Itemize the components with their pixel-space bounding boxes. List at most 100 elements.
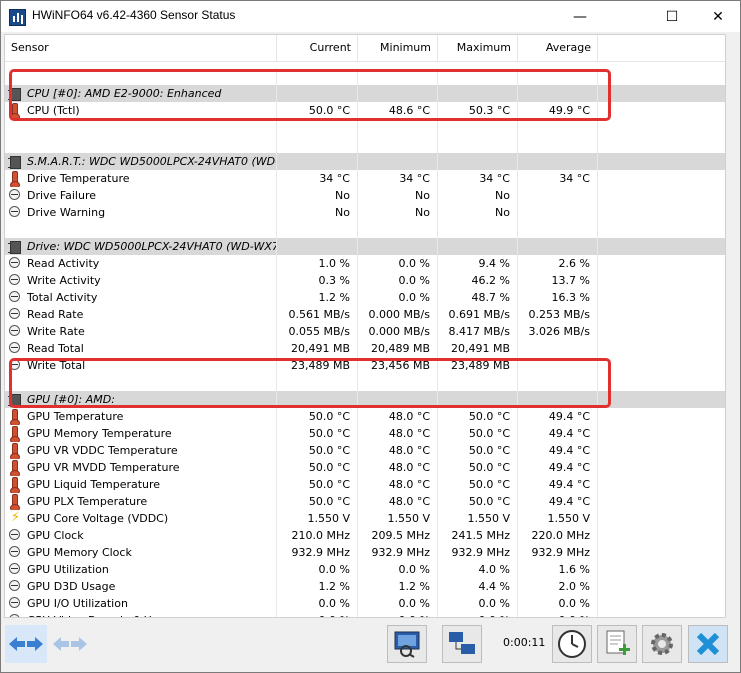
sensor-row[interactable]: Drive Warning No No No	[5, 204, 725, 221]
bottom-toolbar: 0:00:11	[1, 618, 740, 672]
column-average[interactable]: Average	[518, 35, 598, 61]
sensor-name-cell: GPU VR VDDC Temperature	[5, 442, 277, 459]
filler-cell	[598, 102, 725, 119]
column-maximum[interactable]: Maximum	[438, 35, 518, 61]
filler-cell	[598, 595, 725, 612]
sensor-name: Write Rate	[27, 325, 85, 338]
scroll-down-arrow-icon[interactable]: ▼	[725, 600, 726, 617]
sensor-name: Total Activity	[27, 291, 98, 304]
network-button[interactable]	[442, 625, 482, 663]
sensor-row[interactable]: Total Activity 1.2 % 0.0 % 48.7 % 16.3 %	[5, 289, 725, 306]
sensor-row[interactable]: Drive Temperature 34 °C 34 °C 34 °C 34 °C	[5, 170, 725, 187]
sensor-row[interactable]: GPU Temperature 50.0 °C 48.0 °C 50.0 °C 49.4…	[5, 408, 725, 425]
average-value: 49.4 °C	[518, 442, 598, 459]
window-title: HWiNFO64 v6.42-4360 Sensor Status	[32, 8, 236, 22]
current-value: 20,491 MB	[277, 340, 358, 357]
dial-icon	[9, 274, 20, 285]
network-computers-icon	[449, 632, 475, 654]
monitor-button[interactable]	[387, 625, 427, 663]
sensor-name-cell: Total Activity	[5, 289, 277, 306]
clock-button[interactable]	[552, 625, 592, 663]
settings-button[interactable]	[642, 625, 682, 663]
minimize-button[interactable]: —	[557, 1, 603, 32]
sensor-name: GPU D3D Usage	[27, 580, 116, 593]
sensor-name-cell: Write Activity	[5, 272, 277, 289]
filler-cell	[598, 391, 725, 408]
title-bar[interactable]: HWiNFO64 v6.42-4360 Sensor Status — ☐ ✕	[1, 1, 740, 32]
sensor-name: Drive Temperature	[27, 172, 130, 185]
sensor-name-cell: GPU Temperature	[5, 408, 277, 425]
current-value: 1.2 %	[277, 578, 358, 595]
maximum-value	[438, 153, 518, 170]
average-value: 3.026 MB/s	[518, 323, 598, 340]
sensor-name-cell: Drive Temperature	[5, 170, 277, 187]
sensor-name: Read Rate	[27, 308, 84, 321]
sensor-name: GPU VR MVDD Temperature	[27, 461, 180, 474]
minimum-value: 0.000 MB/s	[358, 306, 438, 323]
current-value	[277, 136, 358, 153]
nav-left-right-button[interactable]	[5, 625, 47, 663]
sensor-name-cell: Drive Warning	[5, 204, 277, 221]
sensor-row[interactable]: Write Activity 0.3 % 0.0 % 46.2 % 13.7 %	[5, 272, 725, 289]
sensor-name-cell: ⚡ GPU Core Voltage (VDDC)	[5, 510, 277, 527]
sensor-name: GPU PLX Temperature	[27, 495, 148, 508]
sensor-row[interactable]: Write Rate 0.055 MB/s 0.000 MB/s 8.417 MB/s…	[5, 323, 725, 340]
sensor-name: Read Activity	[27, 257, 100, 270]
sensor-row[interactable]: GPU D3D Usage 1.2 % 1.2 % 4.4 % 2.0 %	[5, 578, 725, 595]
sensor-row[interactable]: Read Rate 0.561 MB/s 0.000 MB/s 0.691 MB/s 0…	[5, 306, 725, 323]
sensor-group-row[interactable]: Drive: WDC WD5000LPCX-24VHAT0 (WD-WX71A.…	[5, 238, 725, 255]
sensor-row[interactable]: GPU VR MVDD Temperature 50.0 °C 48.0 °C 50.…	[5, 459, 725, 476]
empty-cell	[5, 221, 277, 238]
maximum-value: 50.0 °C	[438, 493, 518, 510]
sensor-row[interactable]: GPU I/O Utilization 0.0 % 0.0 % 0.0 % 0.0 %	[5, 595, 725, 612]
sensor-name-cell: Drive: WDC WD5000LPCX-24VHAT0 (WD-WX71A.…	[5, 238, 277, 255]
sensor-row[interactable]: GPU VR VDDC Temperature 50.0 °C 48.0 °C 50.…	[5, 442, 725, 459]
sensor-row[interactable]: GPU Clock 210.0 MHz 209.5 MHz 241.5 MHz 220.…	[5, 527, 725, 544]
sensor-row[interactable]: GPU Utilization 0.0 % 0.0 % 4.0 % 1.6 %	[5, 561, 725, 578]
minimum-value: 48.0 °C	[358, 476, 438, 493]
maximum-value: 20,491 MB	[438, 340, 518, 357]
minimum-value	[358, 153, 438, 170]
sensor-row[interactable]: ⚡ GPU Core Voltage (VDDC) 1.550 V 1.550 V 1.…	[5, 510, 725, 527]
minimum-value: 48.0 °C	[358, 493, 438, 510]
maximum-value: 8.417 MB/s	[438, 323, 518, 340]
sensor-name: Drive Warning	[27, 206, 106, 219]
column-sensor[interactable]: Sensor	[5, 35, 277, 61]
sensor-row[interactable]: Read Activity 1.0 % 0.0 % 9.4 % 2.6 %	[5, 255, 725, 272]
average-value: 49.4 °C	[518, 476, 598, 493]
column-minimum[interactable]: Minimum	[358, 35, 438, 61]
vertical-scrollbar[interactable]: ▲ ▼	[725, 35, 726, 617]
sensor-row[interactable]: GPU Liquid Temperature 50.0 °C 48.0 °C 50.0…	[5, 476, 725, 493]
maximize-button[interactable]: ☐	[649, 1, 695, 32]
sensor-grid[interactable]: Sensor Current Minimum Maximum Average C…	[4, 34, 726, 618]
average-value: 1.550 V	[518, 510, 598, 527]
average-value: 49.4 °C	[518, 493, 598, 510]
sensor-name: GPU VR VDDC Temperature	[27, 444, 178, 457]
sensor-row[interactable]: GPU Memory Temperature 50.0 °C 48.0 °C 50.0…	[5, 425, 725, 442]
sensor-row[interactable]: GPU PLX Temperature 50.0 °C 48.0 °C 50.0 °C…	[5, 493, 725, 510]
maximum-value: 241.5 MHz	[438, 527, 518, 544]
filler-cell	[598, 170, 725, 187]
column-current[interactable]: Current	[277, 35, 358, 61]
add-report-button[interactable]	[597, 625, 637, 663]
empty-cell	[5, 136, 277, 153]
nav-right-left-button[interactable]	[50, 625, 90, 663]
close-window-button[interactable]: ✕	[695, 1, 741, 32]
current-value: 0.0 %	[277, 595, 358, 612]
current-value: No	[277, 187, 358, 204]
sensor-name-cell: Write Rate	[5, 323, 277, 340]
sensor-row[interactable]: GPU Memory Clock 932.9 MHz 932.9 MHz 932.9 …	[5, 544, 725, 561]
sensor-row[interactable]: Drive Failure No No No	[5, 187, 725, 204]
sensor-group-row[interactable]: S.M.A.R.T.: WDC WD5000LPCX-24VHAT0 (WD-.…	[5, 153, 725, 170]
sensor-name-cell: GPU Memory Temperature	[5, 425, 277, 442]
close-sensors-button[interactable]	[688, 625, 728, 663]
minimum-value: 932.9 MHz	[358, 544, 438, 561]
sensor-row[interactable]: Read Total 20,491 MB 20,489 MB 20,491 MB	[5, 340, 725, 357]
scroll-up-arrow-icon[interactable]: ▲	[725, 35, 726, 52]
spacer-row	[5, 119, 725, 136]
average-value: 220.0 MHz	[518, 527, 598, 544]
filler-cell	[598, 221, 725, 238]
filler-cell	[598, 153, 725, 170]
filler-cell	[598, 544, 725, 561]
average-value: 0.253 MB/s	[518, 306, 598, 323]
